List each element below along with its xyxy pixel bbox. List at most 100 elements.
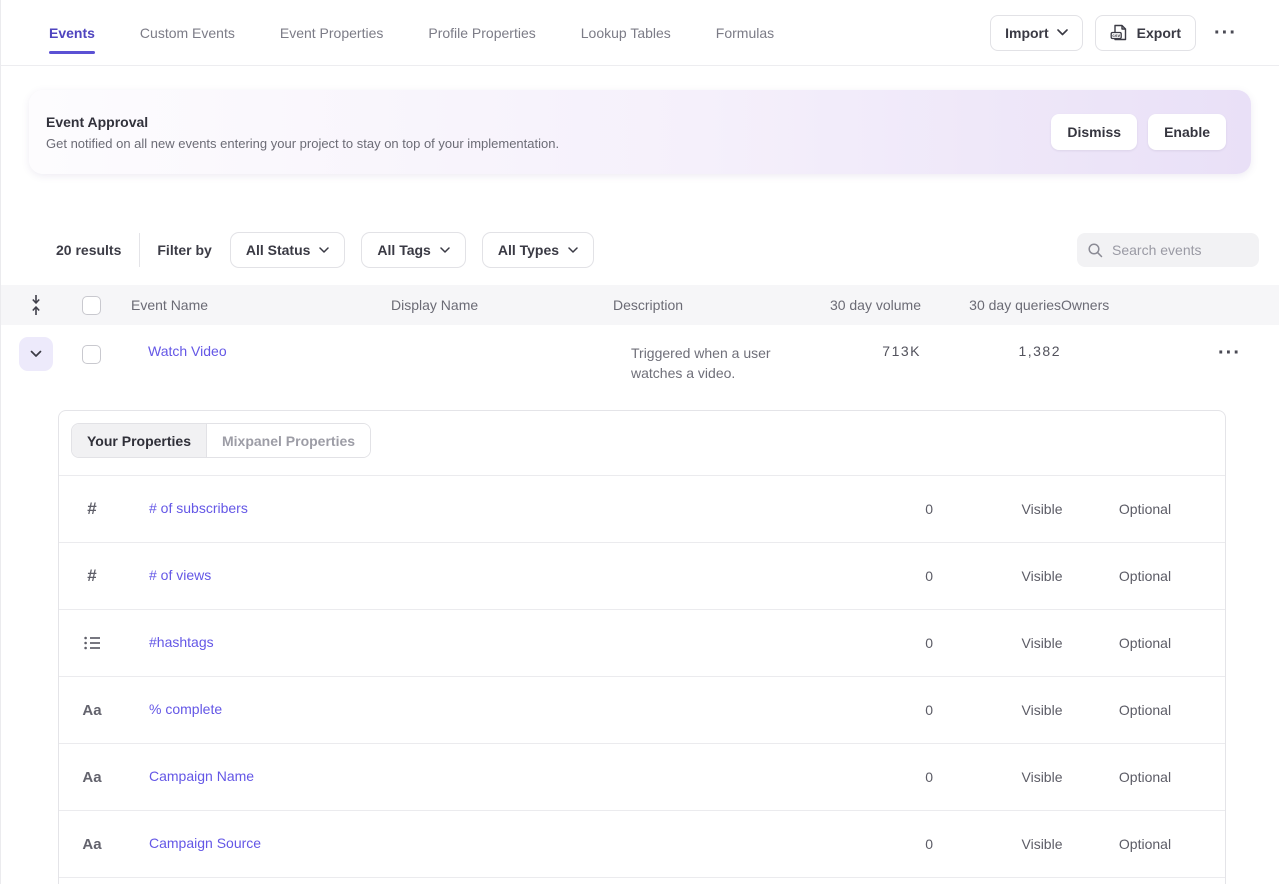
tab-mixpanel-properties[interactable]: Mixpanel Properties xyxy=(206,424,370,457)
property-name-cell: % complete xyxy=(125,701,783,719)
collapse-all-cell xyxy=(1,294,71,316)
property-value: 0 xyxy=(783,501,999,517)
tab-event-properties[interactable]: Event Properties xyxy=(280,0,384,65)
property-name-cell: Campaign Source xyxy=(125,835,783,853)
property-value: 0 xyxy=(783,769,999,785)
chevron-down-icon xyxy=(568,247,578,253)
banner-actions: Dismiss Enable xyxy=(1051,114,1226,150)
property-name-link[interactable]: #hashtags xyxy=(149,634,214,650)
row-more-options-icon[interactable]: ··· xyxy=(1212,343,1247,363)
properties-segmented-control: Your Properties Mixpanel Properties xyxy=(71,423,371,458)
description-cell: Triggered when a user watches a video. xyxy=(613,325,791,383)
column-header-owners: Owners xyxy=(1061,297,1201,313)
queries-cell: 1,382 xyxy=(921,325,1061,359)
column-header-30-day-volume: 30 day volume xyxy=(791,297,921,313)
property-value: 0 xyxy=(783,836,999,852)
enable-button[interactable]: Enable xyxy=(1148,114,1226,150)
property-name-cell: # of subscribers xyxy=(125,500,783,518)
volume-cell: 713K xyxy=(791,325,921,359)
status-filter-dropdown[interactable]: All Status xyxy=(230,232,346,268)
property-row: Aa Campaign Name 0 Visible Optional xyxy=(59,744,1225,811)
property-name-link[interactable]: Campaign Name xyxy=(149,768,254,784)
chevron-down-icon xyxy=(319,247,329,253)
tab-lookup-tables[interactable]: Lookup Tables xyxy=(581,0,671,65)
tab-formulas[interactable]: Formulas xyxy=(716,0,774,65)
tab-profile-properties[interactable]: Profile Properties xyxy=(428,0,535,65)
property-requirement: Optional xyxy=(1085,501,1205,517)
chevron-down-icon xyxy=(1057,29,1068,36)
property-name-link[interactable]: # of views xyxy=(149,567,211,583)
property-name-cell: Campaign Name xyxy=(125,768,783,786)
property-name-cell: #hashtags xyxy=(125,634,783,652)
property-visibility: Visible xyxy=(999,501,1085,517)
import-button-label: Import xyxy=(1005,25,1049,41)
top-navigation-bar: Events Custom Events Event Properties Pr… xyxy=(1,0,1279,66)
chevron-down-icon xyxy=(440,247,450,253)
column-header-description: Description xyxy=(613,297,791,313)
event-name-cell: Watch Video xyxy=(131,325,391,361)
property-visibility: Visible xyxy=(999,702,1085,718)
types-filter-label: All Types xyxy=(498,242,559,258)
row-checkbox[interactable] xyxy=(82,345,101,364)
event-name-link[interactable]: Watch Video xyxy=(148,343,227,359)
results-count: 20 results xyxy=(56,242,121,258)
property-name-cell: # of views xyxy=(125,567,783,585)
property-requirement: Optional xyxy=(1085,635,1205,651)
owners-cell xyxy=(1061,325,1201,343)
tab-custom-events[interactable]: Custom Events xyxy=(140,0,235,65)
lexicon-page: Events Custom Events Event Properties Pr… xyxy=(0,0,1279,884)
property-name-link[interactable]: # of subscribers xyxy=(149,500,248,516)
more-options-icon[interactable]: ··· xyxy=(1208,23,1243,43)
status-filter-label: All Status xyxy=(246,242,311,258)
row-actions-cell: ··· xyxy=(1201,325,1279,364)
property-requirement: Optional xyxy=(1085,568,1205,584)
event-approval-banner: Event Approval Get notified on all new e… xyxy=(29,90,1251,174)
property-value: 0 xyxy=(783,568,999,584)
property-requirement: Optional xyxy=(1085,702,1205,718)
banner-title: Event Approval xyxy=(46,114,1051,130)
property-visibility: Visible xyxy=(999,769,1085,785)
number-type-icon: # xyxy=(59,566,125,586)
filter-row: 20 results Filter by All Status All Tags… xyxy=(1,232,1279,268)
banner-text: Event Approval Get notified on all new e… xyxy=(46,114,1051,151)
types-filter-dropdown[interactable]: All Types xyxy=(482,232,594,268)
csv-file-icon: csv xyxy=(1110,23,1129,42)
display-name-cell xyxy=(391,325,613,343)
svg-text:csv: csv xyxy=(1112,34,1120,39)
events-table-header: Event Name Display Name Description 30 d… xyxy=(1,285,1279,325)
tab-events[interactable]: Events xyxy=(49,0,95,65)
import-button[interactable]: Import xyxy=(990,15,1083,51)
property-name-link[interactable]: % complete xyxy=(149,701,222,717)
select-all-cell xyxy=(71,296,131,315)
filter-by-label: Filter by xyxy=(157,242,211,258)
vertical-divider xyxy=(139,233,140,267)
property-visibility: Visible xyxy=(999,836,1085,852)
chevron-down-icon xyxy=(30,350,42,358)
topbar-actions: Import csv Export ··· xyxy=(990,15,1243,51)
row-select-cell xyxy=(71,325,131,364)
property-visibility: Visible xyxy=(999,568,1085,584)
dismiss-button[interactable]: Dismiss xyxy=(1051,114,1137,150)
table-row: Watch Video Triggered when a user watche… xyxy=(1,325,1279,410)
column-header-display-name: Display Name xyxy=(391,297,613,313)
collapse-row-button[interactable] xyxy=(19,337,53,371)
banner-subtitle: Get notified on all new events entering … xyxy=(46,136,1051,151)
collapse-vertical-icon[interactable] xyxy=(29,294,43,316)
column-header-event-name: Event Name xyxy=(131,297,391,313)
properties-tabbar: Your Properties Mixpanel Properties xyxy=(59,411,1225,458)
property-value: 0 xyxy=(783,702,999,718)
property-row: # # of subscribers 0 Visible Optional xyxy=(59,476,1225,543)
export-button[interactable]: csv Export xyxy=(1095,15,1196,51)
tags-filter-label: All Tags xyxy=(377,242,430,258)
event-properties-panel: Your Properties Mixpanel Properties # # … xyxy=(58,410,1226,884)
property-row: # # of views 0 Visible Optional xyxy=(59,543,1225,610)
search-icon xyxy=(1087,242,1104,259)
property-name-link[interactable]: Campaign Source xyxy=(149,835,261,851)
tab-your-properties[interactable]: Your Properties xyxy=(72,424,206,457)
expander-cell xyxy=(1,325,71,371)
column-header-30-day-queries: 30 day queries xyxy=(921,297,1061,313)
tags-filter-dropdown[interactable]: All Tags xyxy=(361,232,465,268)
search-input[interactable] xyxy=(1112,242,1249,258)
select-all-checkbox[interactable] xyxy=(82,296,101,315)
property-row: Aa % complete 0 Visible Optional xyxy=(59,677,1225,744)
